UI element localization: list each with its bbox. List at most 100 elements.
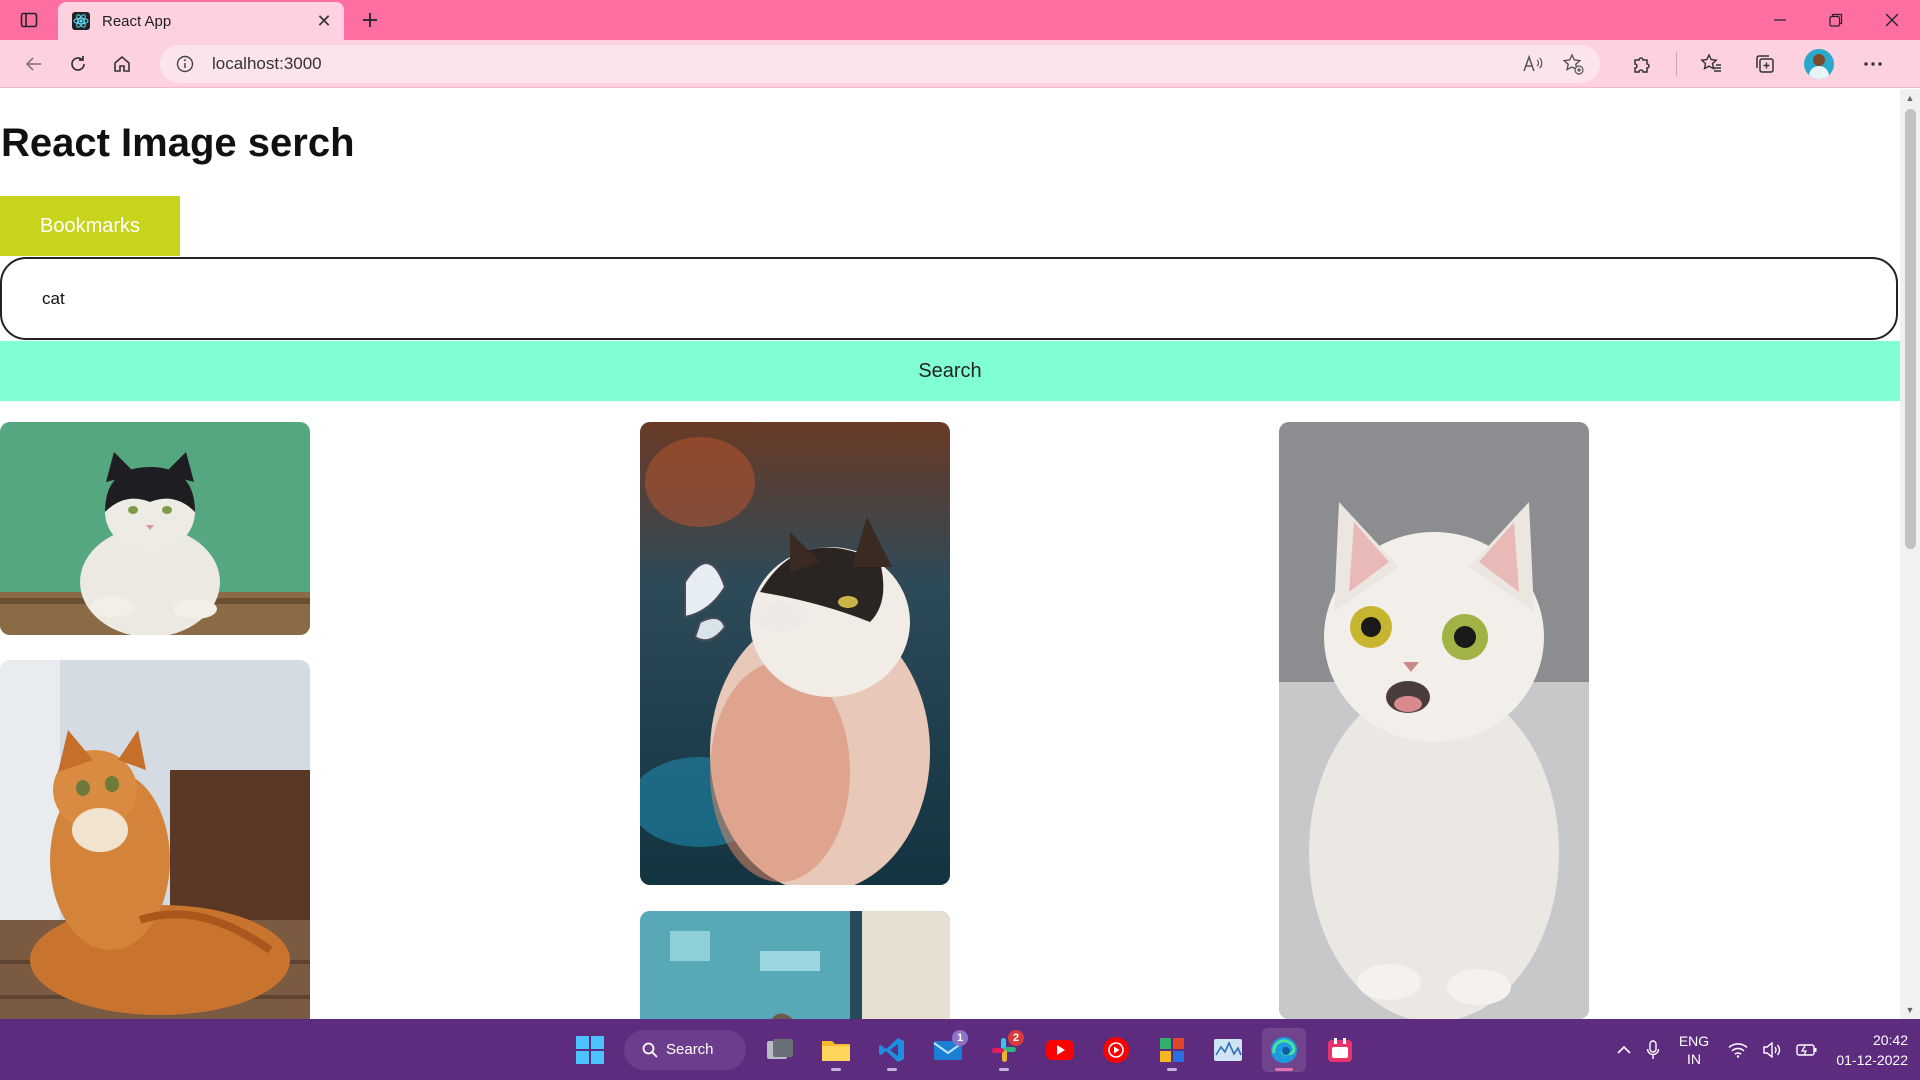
restore-button[interactable] [1808, 0, 1864, 40]
battery-icon[interactable] [1796, 1043, 1818, 1057]
favorites-button[interactable] [1691, 44, 1731, 84]
close-window-button[interactable] [1864, 0, 1920, 40]
vertical-scrollbar[interactable]: ▲ ▼ [1900, 89, 1920, 1019]
wifi-icon[interactable] [1728, 1042, 1748, 1058]
page-viewport: React Image serch Bookmarks cat Search [0, 89, 1920, 1019]
image-card[interactable] [0, 422, 310, 635]
region-label: IN [1687, 1050, 1701, 1067]
clock-time: 20:42 [1872, 1031, 1908, 1048]
address-bar[interactable]: localhost:3000 [160, 44, 1600, 83]
toolbar-divider [1676, 51, 1677, 76]
task-view-button[interactable] [758, 1028, 802, 1072]
image-card[interactable] [0, 660, 310, 1019]
minimize-icon [1774, 19, 1786, 21]
tab-title: React App [102, 12, 172, 30]
restore-icon [1829, 13, 1843, 27]
edge-button[interactable] [1262, 1027, 1306, 1072]
add-favorite-icon[interactable] [1562, 52, 1584, 75]
collections-icon [1756, 54, 1774, 73]
slack-button[interactable]: 2 [982, 1028, 1026, 1072]
slack-badge: 2 [1008, 1029, 1024, 1046]
app-button[interactable] [1150, 1028, 1194, 1072]
read-aloud-icon[interactable] [1522, 54, 1544, 74]
cat-photo [640, 422, 950, 885]
chart-app-icon [1214, 1038, 1242, 1061]
image-card[interactable] [640, 911, 950, 1019]
youtube-music-button[interactable] [1094, 1028, 1138, 1072]
taskbar-search[interactable]: Search [624, 1029, 746, 1070]
youtube-button[interactable] [1038, 1028, 1082, 1072]
back-button[interactable] [12, 44, 56, 84]
calendar-icon [1328, 1037, 1352, 1062]
tab-close-icon[interactable]: ✕ [314, 11, 334, 31]
app-icon [1160, 1037, 1184, 1062]
scroll-down-icon[interactable]: ▼ [1904, 1005, 1916, 1015]
chevron-up-icon[interactable] [1616, 1045, 1632, 1055]
settings-more-button[interactable] [1853, 44, 1893, 84]
vscode-icon [879, 1037, 904, 1062]
clock-date: 01-12-2022 [1836, 1051, 1908, 1068]
browser-tab[interactable]: React App ✕ [58, 2, 344, 40]
puzzle-icon [1634, 56, 1650, 73]
calendar-app-button[interactable] [1318, 1028, 1362, 1072]
react-logo-icon [72, 12, 90, 30]
browser-toolbar: localhost:3000 [0, 40, 1920, 88]
mail-button[interactable]: 1 [926, 1028, 970, 1072]
search-icon [642, 1042, 658, 1058]
image-card[interactable] [1279, 422, 1589, 1019]
home-button[interactable] [100, 44, 144, 84]
running-indicator [887, 1067, 897, 1071]
new-tab-button[interactable] [350, 0, 390, 40]
clock[interactable]: 20:42 01-12-2022 [1832, 1030, 1908, 1070]
refresh-button[interactable] [56, 44, 100, 84]
file-explorer-button[interactable] [814, 1028, 858, 1072]
search-input[interactable]: cat [0, 257, 1898, 340]
vscode-button[interactable] [870, 1028, 914, 1072]
cat-photo [640, 911, 950, 1019]
page-title: React Image serch [1, 121, 355, 165]
profile-button[interactable] [1799, 44, 1839, 84]
running-indicator [831, 1067, 841, 1071]
windows-taskbar: Search 1 2 ENG IN 20:42 01-12-2022 [0, 1019, 1920, 1080]
tab-actions-button[interactable] [0, 0, 58, 40]
youtube-icon [1046, 1039, 1074, 1060]
folder-icon [822, 1040, 850, 1061]
cat-photo [0, 422, 310, 635]
language-indicator[interactable]: ENG IN [1674, 1032, 1714, 1068]
close-icon [1885, 13, 1899, 27]
tab-actions-icon [20, 12, 38, 28]
cat-photo [1279, 422, 1589, 1019]
collections-button[interactable] [1745, 44, 1785, 84]
edge-icon [1271, 1036, 1297, 1063]
task-view-icon [767, 1038, 793, 1059]
scroll-up-icon[interactable]: ▲ [1904, 93, 1916, 103]
running-indicator [1275, 1067, 1293, 1071]
more-icon [1864, 61, 1882, 66]
windows-logo-icon [576, 1035, 604, 1064]
running-indicator [999, 1067, 1009, 1071]
running-indicator [1167, 1067, 1177, 1071]
taskbar-search-label: Search [666, 1041, 714, 1058]
start-button[interactable] [568, 1028, 612, 1072]
extensions-button[interactable] [1622, 44, 1662, 84]
system-tray: ENG IN 20:42 01-12-2022 [1616, 1019, 1908, 1080]
cat-photo [0, 660, 310, 1019]
volume-icon[interactable] [1762, 1041, 1782, 1058]
favorites-icon [1700, 52, 1721, 72]
microphone-icon[interactable] [1646, 1039, 1660, 1060]
plus-icon [363, 13, 377, 27]
scrollbar-thumb[interactable] [1905, 109, 1916, 549]
minimize-button[interactable] [1752, 0, 1808, 40]
mail-badge: 1 [952, 1029, 968, 1046]
info-icon[interactable] [176, 55, 194, 73]
search-button[interactable]: Search [0, 341, 1900, 401]
avatar [1804, 48, 1834, 79]
bookmarks-button[interactable]: Bookmarks [0, 196, 180, 256]
address-text[interactable]: localhost:3000 [212, 54, 1522, 74]
monitor-app-button[interactable] [1206, 1028, 1250, 1072]
home-icon [114, 55, 130, 72]
image-card[interactable] [640, 422, 950, 885]
refresh-icon [71, 55, 85, 71]
browser-titlebar: React App ✕ [0, 0, 1920, 40]
language-label: ENG [1678, 1032, 1710, 1049]
